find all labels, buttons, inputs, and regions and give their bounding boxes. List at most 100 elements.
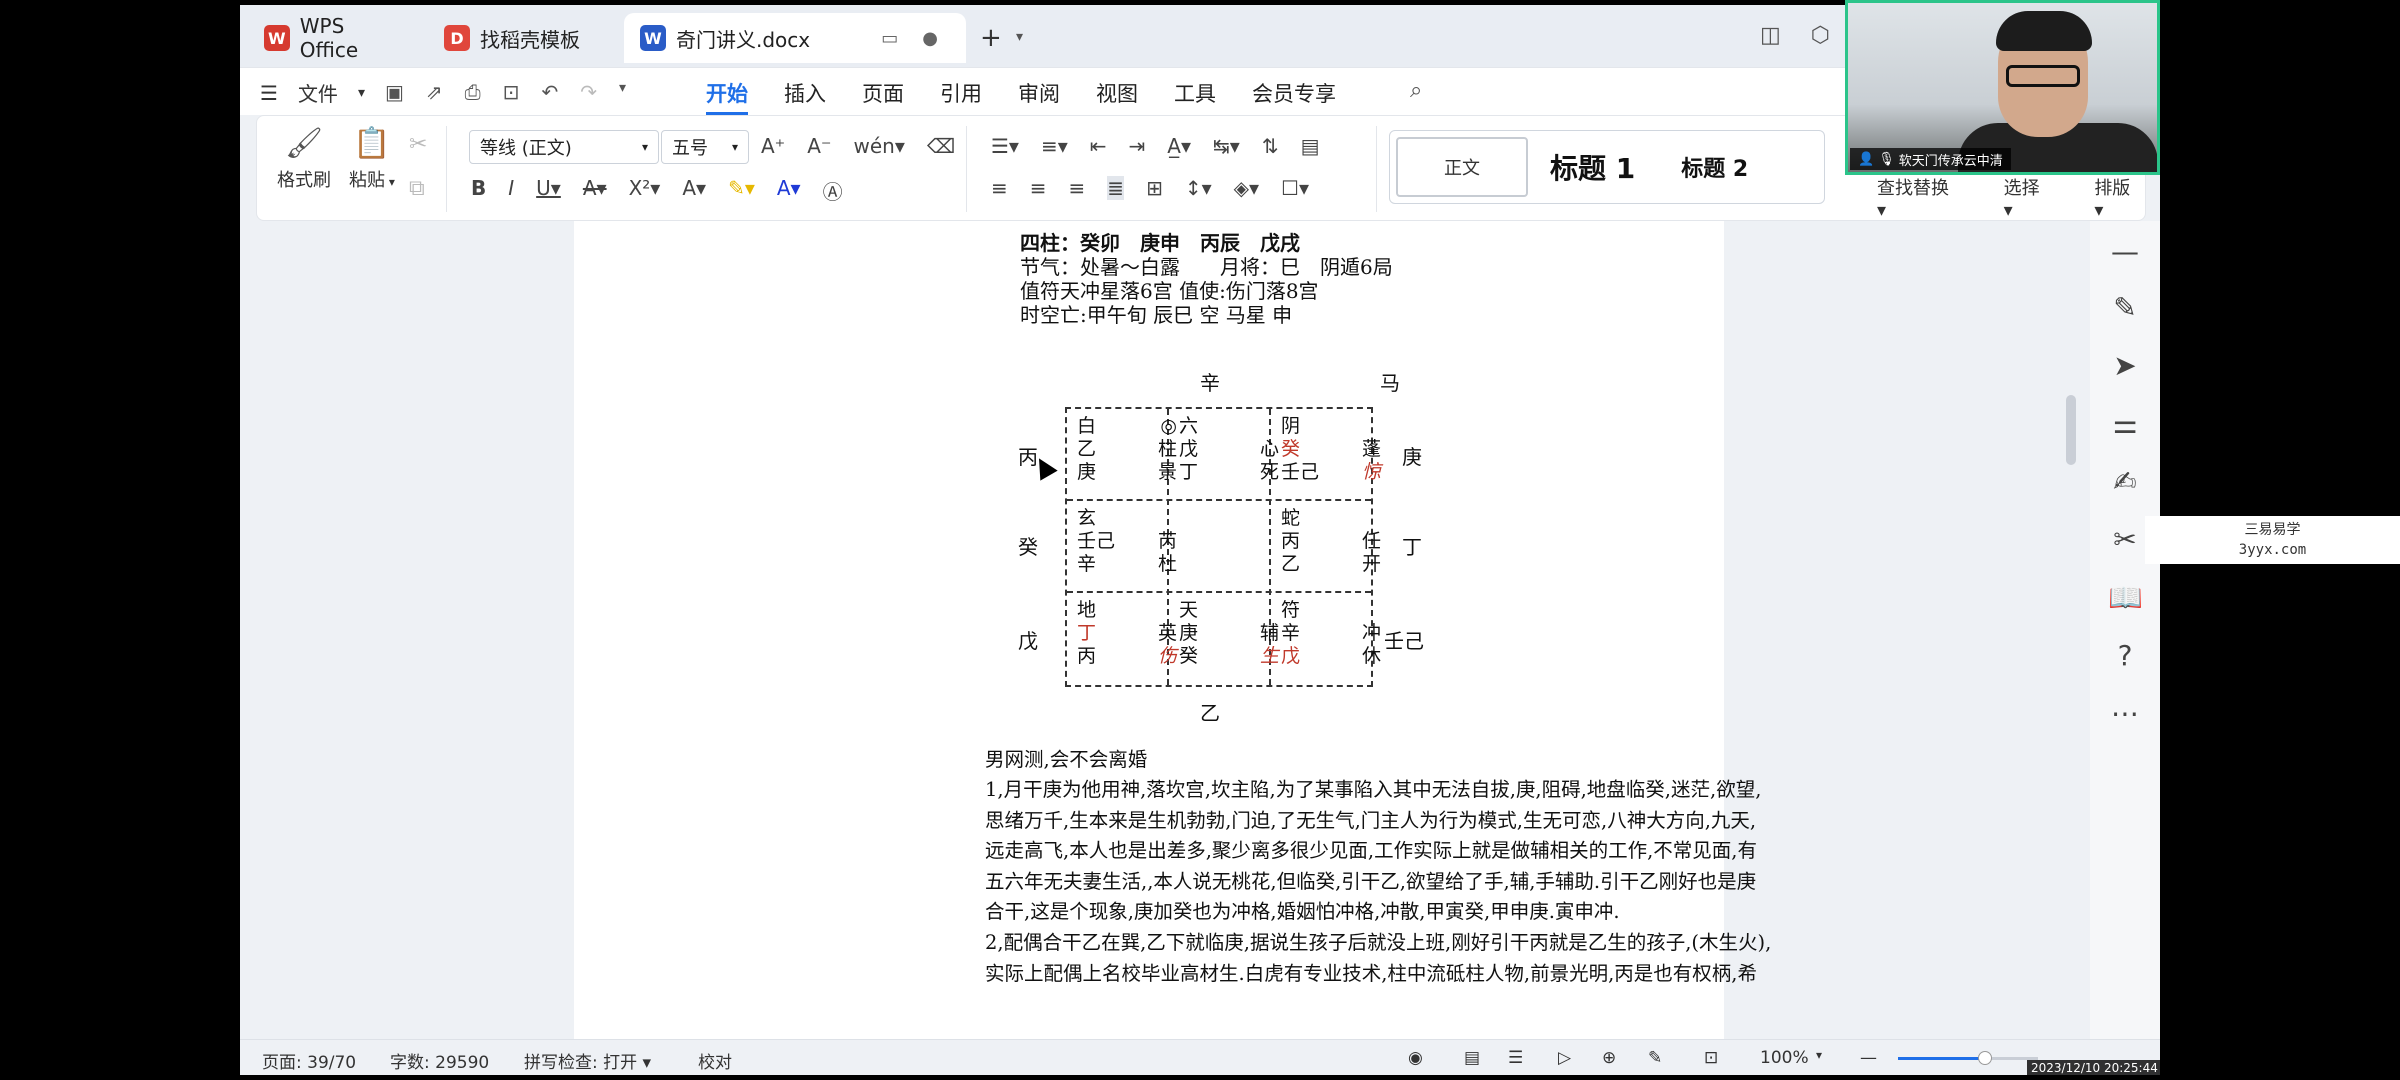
style-heading2[interactable]: 标题 2 bbox=[1681, 151, 1748, 183]
align-left-icon[interactable]: ≡ bbox=[991, 176, 1008, 200]
zoom-out-icon[interactable]: — bbox=[1860, 1048, 1877, 1068]
grid-cell: 符辛冲戊休 bbox=[1281, 599, 1381, 668]
minus-icon[interactable]: — bbox=[2108, 235, 2142, 268]
chevron-down-icon: ▾ bbox=[357, 84, 365, 101]
find-replace-button[interactable]: 查找替换 ▾ bbox=[1877, 174, 1964, 221]
strikethrough-icon[interactable]: A▾ bbox=[583, 176, 607, 205]
underline-icon[interactable]: U▾ bbox=[536, 176, 561, 205]
format-painter-icon: 🖌 bbox=[284, 126, 324, 161]
eraser-icon[interactable]: ⌫ bbox=[927, 134, 955, 158]
share-icon[interactable]: ⇗ bbox=[426, 80, 443, 104]
align-right-icon[interactable]: ≡ bbox=[1069, 176, 1086, 200]
chevron-down-icon[interactable]: ▾ bbox=[619, 80, 626, 104]
cube-icon[interactable]: ⬡ bbox=[1811, 23, 1830, 48]
phonetic-icon[interactable]: wén▾ bbox=[854, 134, 905, 158]
border-icon[interactable]: ☐▾ bbox=[1281, 176, 1309, 200]
play-icon[interactable]: ▷ bbox=[1558, 1048, 1571, 1068]
text-effect-icon[interactable]: A▾ bbox=[682, 176, 706, 205]
font-name-select[interactable]: 等线 (正文) ▾ bbox=[469, 130, 659, 164]
distribute-icon[interactable]: ⊞ bbox=[1146, 176, 1163, 200]
vertical-scrollbar-thumb[interactable] bbox=[2066, 395, 2076, 465]
page-indicator[interactable]: 页面: 39/70 bbox=[262, 1048, 356, 1073]
grow-font-icon[interactable]: A⁺ bbox=[761, 134, 785, 158]
paste-button[interactable]: 📋 粘贴 ▾ bbox=[349, 126, 395, 192]
decrease-indent-icon[interactable]: ⇤ bbox=[1090, 134, 1107, 158]
dot-icon[interactable]: ● bbox=[922, 28, 938, 49]
fit-icon[interactable]: ⊡ bbox=[1704, 1048, 1718, 1068]
increase-indent-icon[interactable]: ⇥ bbox=[1129, 134, 1146, 158]
search-icon[interactable]: ⌕ bbox=[1410, 78, 1422, 103]
tab-wps-office[interactable]: W WPS Office bbox=[248, 13, 424, 63]
tab-view[interactable]: 视图 bbox=[1096, 78, 1138, 115]
print-icon[interactable]: ⎙ bbox=[465, 80, 481, 104]
zoom-level[interactable]: 100% bbox=[1760, 1048, 1809, 1068]
tools-icon[interactable]: ✂ bbox=[2108, 523, 2142, 556]
sort-icon[interactable]: ⇅ bbox=[1262, 134, 1279, 158]
page-view-icon[interactable]: ▤ bbox=[1464, 1048, 1480, 1068]
tab-review[interactable]: 审阅 bbox=[1018, 78, 1060, 115]
chevron-down-icon[interactable]: ▾ bbox=[1016, 29, 1023, 45]
docer-icon: D bbox=[444, 25, 470, 51]
italic-icon[interactable]: I bbox=[508, 176, 514, 205]
text-direction-icon[interactable]: A̲▾ bbox=[1167, 134, 1191, 158]
layout-icon[interactable]: ◫ bbox=[1760, 23, 1781, 48]
format-painter-button[interactable]: 🖌 格式刷 bbox=[277, 126, 331, 192]
outline-view-icon[interactable]: ☰ bbox=[1508, 1048, 1523, 1068]
tab-docer[interactable]: D 找稻壳模板 bbox=[428, 13, 614, 63]
tab-member[interactable]: 会员专享 bbox=[1252, 78, 1336, 115]
tab-insert[interactable]: 插入 bbox=[784, 78, 826, 115]
shading-icon[interactable]: ◈▾ bbox=[1234, 176, 1259, 200]
pen-mode-icon[interactable]: ✎ bbox=[1648, 1048, 1662, 1068]
table-borders-icon[interactable]: ▤ bbox=[1301, 134, 1320, 158]
style-normal[interactable]: 正文 bbox=[1396, 137, 1528, 197]
chevron-down-icon[interactable]: ▾ bbox=[1816, 1048, 1822, 1062]
line-break-icon[interactable]: ↹▾ bbox=[1213, 134, 1240, 158]
line-spacing-icon[interactable]: ↕▾ bbox=[1185, 176, 1212, 200]
grid-cell-row: 辛冲 bbox=[1281, 622, 1381, 645]
copy-icon[interactable]: ⧉ bbox=[409, 176, 425, 201]
eye-icon[interactable]: ◉ bbox=[1408, 1048, 1423, 1068]
align-center-icon[interactable]: ≡ bbox=[1030, 176, 1047, 200]
help-icon[interactable]: ? bbox=[2108, 639, 2142, 672]
cut-icon[interactable]: ✂ bbox=[409, 132, 427, 157]
web-view-icon[interactable]: ⊕ bbox=[1602, 1048, 1616, 1068]
save-icon[interactable]: ▣ bbox=[385, 80, 404, 104]
tab-home[interactable]: 开始 bbox=[706, 78, 748, 115]
pen-icon[interactable]: ✎ bbox=[2108, 291, 2142, 324]
undo-icon[interactable]: ↶ bbox=[541, 80, 558, 104]
screen-icon[interactable]: ▭ bbox=[881, 28, 898, 49]
bullet-list-icon[interactable]: ☰▾ bbox=[991, 134, 1019, 158]
font-size-select[interactable]: 五号 ▾ bbox=[661, 130, 749, 164]
char-shading-icon[interactable]: Ⓐ bbox=[823, 176, 843, 205]
word-count[interactable]: 字数: 29590 bbox=[390, 1048, 489, 1073]
redo-icon[interactable]: ↷ bbox=[580, 80, 597, 104]
proofread[interactable]: 校对 bbox=[698, 1048, 732, 1073]
bold-icon[interactable]: B bbox=[471, 176, 486, 205]
signature-icon[interactable]: ✍ bbox=[2108, 465, 2142, 498]
font-color-icon[interactable]: A▾ bbox=[777, 176, 801, 205]
highlight-icon[interactable]: ✎▾ bbox=[728, 176, 755, 205]
print-preview-icon[interactable]: ⊡ bbox=[503, 80, 520, 104]
zoom-slider-knob[interactable] bbox=[1977, 1051, 1992, 1065]
typeset-button[interactable]: 排版 ▾ bbox=[2094, 174, 2145, 221]
file-menu[interactable]: ☰ 文件 ▾ bbox=[260, 78, 365, 107]
sliders-icon[interactable]: ⚌ bbox=[2108, 407, 2142, 440]
pointer-icon[interactable]: ➤ bbox=[2108, 349, 2142, 382]
tab-document[interactable]: W 奇门讲义.docx ▭ ● bbox=[624, 13, 966, 63]
new-tab-icon[interactable]: + bbox=[980, 23, 1002, 53]
tab-references[interactable]: 引用 bbox=[940, 78, 982, 115]
spell-check[interactable]: 拼写检查: 打开 ▾ bbox=[524, 1048, 651, 1073]
tab-tools[interactable]: 工具 bbox=[1174, 78, 1216, 115]
shrink-font-icon[interactable]: A⁻ bbox=[807, 134, 831, 158]
tab-page[interactable]: 页面 bbox=[862, 78, 904, 115]
grid-cell-glyph: 符 bbox=[1281, 599, 1301, 621]
style-heading1[interactable]: 标题 1 bbox=[1550, 147, 1635, 187]
superscript-icon[interactable]: X²▾ bbox=[629, 176, 661, 205]
justify-icon[interactable]: ≣ bbox=[1107, 176, 1125, 200]
grid-cell-glyph: 开 bbox=[1361, 553, 1381, 575]
more-icon[interactable]: ⋯ bbox=[2108, 697, 2142, 730]
zoom-slider[interactable] bbox=[1898, 1051, 2038, 1065]
book-icon[interactable]: 📖 bbox=[2108, 581, 2143, 614]
numbered-list-icon[interactable]: ≡▾ bbox=[1041, 134, 1068, 158]
select-button[interactable]: 选择 ▾ bbox=[2004, 174, 2055, 221]
